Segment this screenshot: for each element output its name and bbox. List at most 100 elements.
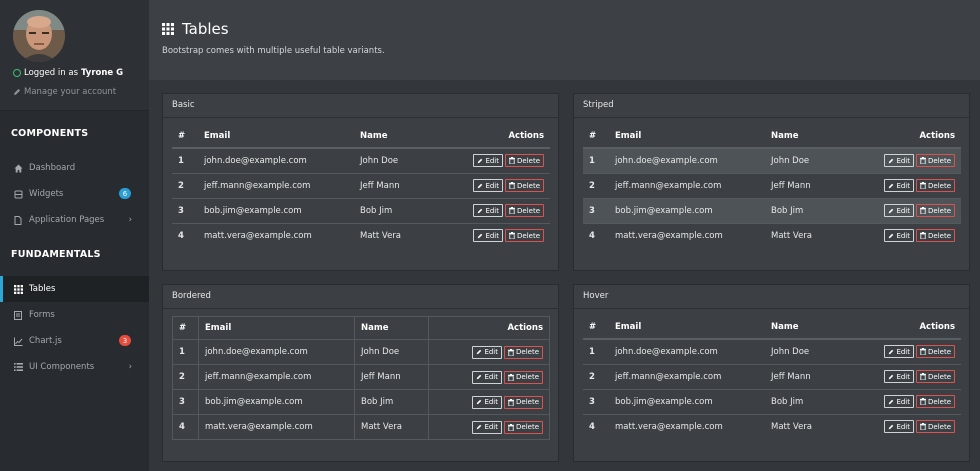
card-title: Basic (163, 94, 558, 118)
logged-in-label: Logged in as (24, 68, 78, 78)
edit-button[interactable]: Edit (884, 229, 914, 243)
table-row: 1 john.doe@example.com John Doe Edit Delete (583, 147, 961, 173)
delete-button[interactable]: Delete (504, 345, 543, 359)
edit-button[interactable]: Edit (472, 395, 502, 409)
card-basic: Basic # Email Name Actions 1 john.doe@example.… (162, 93, 559, 271)
sidebar-item-ui-components[interactable]: UI Components › (0, 354, 149, 380)
trash-icon (920, 373, 926, 380)
widgets-icon (13, 190, 23, 199)
edit-button[interactable]: Edit (884, 395, 914, 408)
edit-button[interactable]: Edit (884, 154, 914, 168)
row-number: 3 (583, 197, 609, 223)
trash-icon (920, 423, 926, 431)
edit-button[interactable]: Edit (473, 154, 503, 168)
sidebar-item-tables[interactable]: Tables (0, 276, 149, 302)
edit-button[interactable]: Edit (473, 204, 503, 217)
row-number: 3 (583, 388, 609, 414)
sidebar-item-dashboard[interactable]: Dashboard (0, 155, 149, 181)
edit-button[interactable]: Edit (884, 370, 914, 383)
trash-icon (509, 232, 515, 240)
sidebar-item-application-pages[interactable]: Application Pages › (0, 207, 149, 233)
form-icon (13, 310, 23, 320)
edit-button[interactable]: Edit (884, 204, 914, 217)
pencil-icon (14, 89, 20, 95)
row-email: jeff.mann@example.com (609, 172, 765, 198)
table-row: 3 bob.jim@example.com Bob Jim Edit Delete (583, 388, 961, 414)
column-header-name: Name (765, 125, 839, 149)
row-name: Matt Vera (765, 222, 839, 248)
sidebar-item-chartjs[interactable]: Chart.js 3 (0, 328, 149, 354)
edit-button[interactable]: Edit (473, 179, 503, 192)
row-number: 1 (172, 339, 199, 365)
delete-button[interactable]: Delete (505, 229, 544, 243)
edit-button[interactable]: Edit (472, 370, 502, 384)
online-status-icon (13, 69, 21, 77)
row-number: 2 (583, 172, 609, 198)
trash-icon (508, 373, 514, 381)
row-name: Jeff Mann (765, 172, 839, 198)
edit-button[interactable]: Edit (472, 420, 502, 434)
card-hover: Hover # Email Name Actions 1 john.doe@example.… (573, 284, 970, 462)
delete-button[interactable]: Delete (504, 370, 543, 384)
row-number: 4 (583, 222, 609, 248)
row-name: John Doe (765, 338, 839, 364)
pencil-icon (889, 349, 894, 354)
delete-button[interactable]: Delete (916, 179, 955, 192)
row-email: matt.vera@example.com (609, 222, 765, 248)
sidebar-item-forms[interactable]: Forms (0, 302, 149, 328)
edit-button[interactable]: Edit (473, 229, 503, 243)
row-number: 4 (172, 222, 198, 248)
delete-button[interactable]: Delete (916, 420, 955, 434)
sidebar-item-widgets[interactable]: Widgets 6 (0, 181, 149, 207)
edit-button[interactable]: Edit (472, 345, 502, 359)
table-row: 4 matt.vera@example.com Matt Vera Edit Delet… (583, 222, 961, 248)
table-header-row: # Email Name Actions (583, 316, 961, 340)
table-row: 2 jeff.mann@example.com Jeff Mann Edit Delet… (583, 363, 961, 389)
column-header-num: # (172, 316, 199, 340)
edit-button[interactable]: Edit (884, 179, 914, 192)
trash-icon (920, 232, 926, 240)
row-actions: Edit Delete (839, 388, 961, 414)
delete-button[interactable]: Delete (916, 370, 955, 383)
delete-button[interactable]: Delete (916, 154, 955, 168)
widgets-count-badge: 6 (119, 188, 131, 199)
row-name: Jeff Mann (354, 364, 429, 390)
column-header-email: Email (609, 125, 765, 149)
delete-button[interactable]: Delete (505, 204, 544, 217)
delete-button[interactable]: Delete (505, 154, 544, 168)
chevron-right-icon: › (128, 215, 132, 225)
row-name: John Doe (765, 147, 839, 173)
row-name: John Doe (354, 339, 429, 365)
user-profile: Logged in as Tyrone G Manage your accoun… (0, 0, 149, 111)
edit-button[interactable]: Edit (884, 420, 914, 434)
row-name: Bob Jim (354, 389, 429, 415)
trash-icon (509, 182, 515, 189)
row-email: matt.vera@example.com (198, 414, 355, 440)
table-row: 4 matt.vera@example.com Matt Vera Edit Delet… (172, 414, 550, 440)
page-icon (13, 215, 23, 225)
column-header-name: Name (354, 125, 428, 149)
row-actions: Edit Delete (839, 338, 961, 364)
delete-button[interactable]: Delete (916, 229, 955, 243)
delete-button[interactable]: Delete (504, 395, 543, 409)
column-header-num: # (583, 125, 609, 149)
row-actions: Edit Delete (839, 197, 961, 223)
row-email: john.doe@example.com (198, 339, 355, 365)
delete-button[interactable]: Delete (916, 204, 955, 217)
trash-icon (509, 157, 515, 165)
table-header-row: # Email Name Actions (583, 125, 961, 149)
edit-button[interactable]: Edit (884, 345, 914, 359)
row-email: bob.jim@example.com (198, 389, 355, 415)
delete-button[interactable]: Delete (505, 179, 544, 192)
column-header-email: Email (198, 125, 354, 149)
delete-button[interactable]: Delete (504, 420, 543, 434)
pencil-icon (889, 374, 894, 379)
row-email: bob.jim@example.com (198, 197, 354, 223)
manage-account-link[interactable]: Manage your account (13, 87, 116, 97)
delete-button[interactable]: Delete (916, 345, 955, 359)
row-number: 3 (172, 197, 198, 223)
avatar[interactable] (13, 10, 65, 62)
row-actions: Edit Delete (428, 197, 550, 223)
grid-icon (13, 284, 23, 294)
delete-button[interactable]: Delete (916, 395, 955, 408)
